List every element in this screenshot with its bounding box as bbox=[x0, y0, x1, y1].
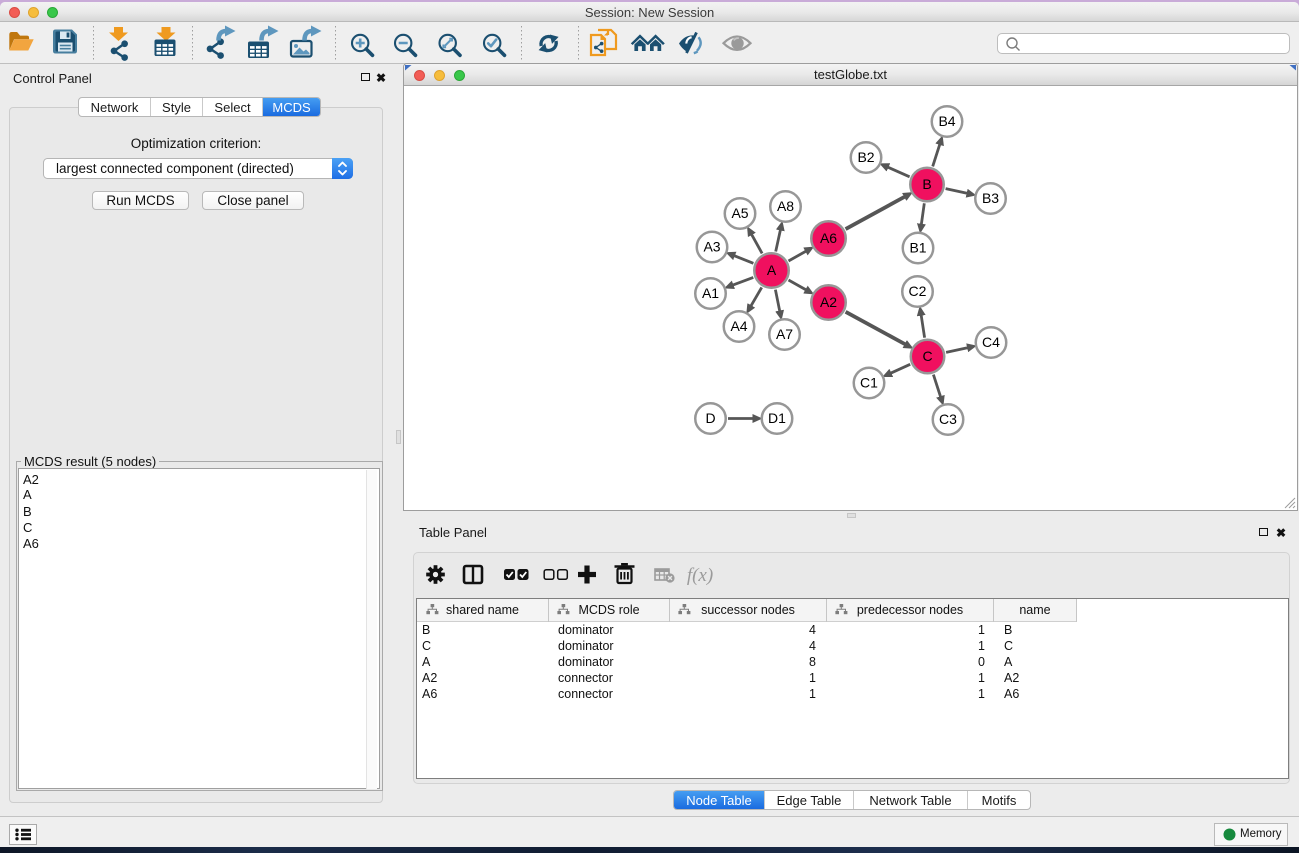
svg-text:A2: A2 bbox=[820, 294, 837, 310]
svg-text:A3: A3 bbox=[703, 239, 720, 255]
svg-text:f(x): f(x) bbox=[687, 565, 713, 586]
svg-text:A5: A5 bbox=[731, 205, 748, 221]
svg-text:B1: B1 bbox=[909, 240, 926, 256]
svg-text:B4: B4 bbox=[938, 113, 955, 129]
svg-text:D: D bbox=[705, 410, 715, 426]
svg-text:A4: A4 bbox=[730, 318, 747, 334]
svg-text:C4: C4 bbox=[982, 334, 1000, 350]
svg-text:C3: C3 bbox=[939, 411, 957, 427]
svg-text:C1: C1 bbox=[860, 375, 878, 391]
svg-text:A: A bbox=[767, 262, 777, 278]
svg-text:D1: D1 bbox=[768, 410, 786, 426]
svg-text:C2: C2 bbox=[909, 283, 927, 299]
svg-text:A1: A1 bbox=[702, 285, 719, 301]
svg-text:B: B bbox=[922, 176, 931, 192]
svg-text:A6: A6 bbox=[820, 230, 837, 246]
svg-text:B3: B3 bbox=[982, 190, 999, 206]
svg-text:C: C bbox=[922, 348, 932, 364]
svg-text:A7: A7 bbox=[776, 326, 793, 342]
svg-text:A8: A8 bbox=[777, 198, 794, 214]
svg-text:B2: B2 bbox=[857, 149, 874, 165]
